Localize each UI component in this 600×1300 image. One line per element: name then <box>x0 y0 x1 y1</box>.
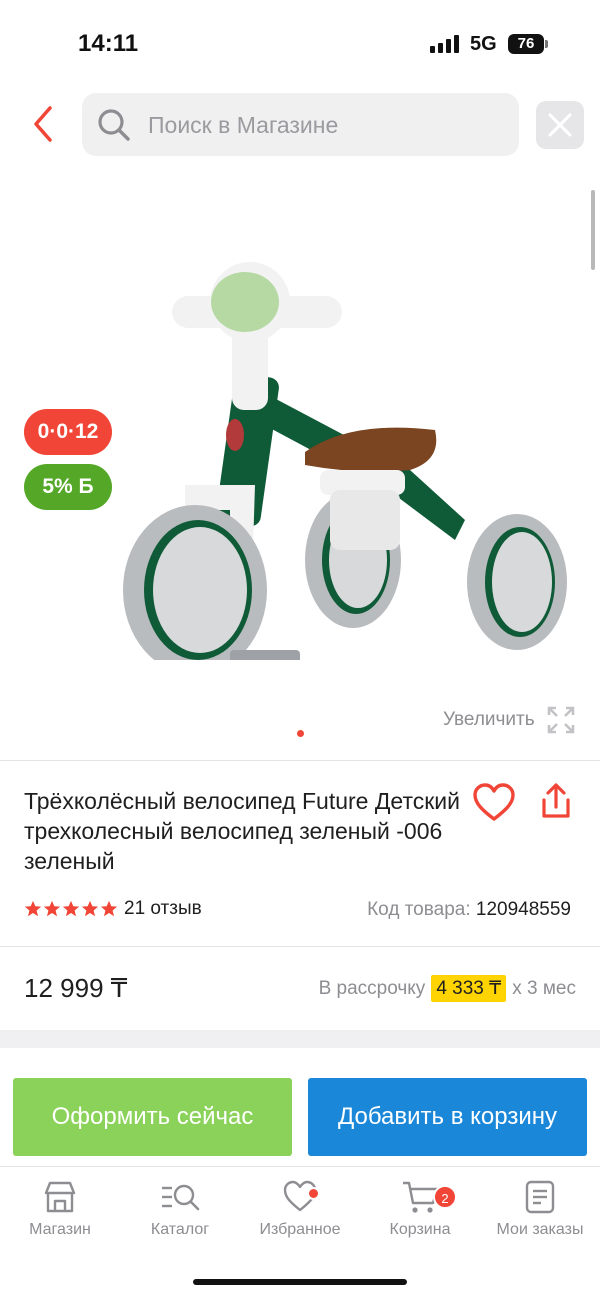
tab-catalog[interactable]: Каталог <box>120 1179 240 1249</box>
product-title: Трёхколёсный велосипед Future Детский тр… <box>24 788 460 874</box>
zoom-label[interactable]: Увеличить <box>443 709 535 731</box>
sku-label: Код товара: <box>367 899 471 920</box>
battery-icon: 76 <box>508 34 544 54</box>
catalog-search-icon <box>162 1184 200 1211</box>
star-icon <box>24 900 42 917</box>
close-button[interactable] <box>536 101 584 149</box>
star-icon <box>81 900 99 917</box>
tab-label: Избранное <box>259 1221 341 1238</box>
tab-label: Корзина <box>389 1221 451 1238</box>
star-icon <box>100 900 118 917</box>
close-icon <box>548 113 572 137</box>
installment-suffix: х 3 мес <box>512 977 576 999</box>
buy-now-button[interactable]: Оформить сейчас <box>13 1078 292 1156</box>
back-button[interactable] <box>26 104 62 144</box>
sku: Код товара: 120948559 <box>367 899 571 921</box>
battery-tip <box>545 40 548 48</box>
tab-shop[interactable]: Магазин <box>0 1179 120 1249</box>
pager-dot-active[interactable] <box>297 730 304 737</box>
price: 12 999 ₸ <box>24 973 128 1003</box>
rating[interactable]: 21 отзыв <box>24 897 202 921</box>
expand-icon[interactable] <box>546 705 576 735</box>
bonus-badge: 5% Б <box>24 464 112 510</box>
search-placeholder: Поиск в Магазине <box>148 112 339 138</box>
divider <box>0 760 600 761</box>
divider <box>0 946 600 947</box>
network-label: 5G <box>470 33 497 55</box>
installment-info[interactable]: В рассрочку 4 333 ₸ х 3 мес <box>319 975 576 1002</box>
star-icon <box>62 900 80 917</box>
tab-cart[interactable]: 2 Корзина <box>360 1179 480 1249</box>
tab-label: Магазин <box>29 1221 91 1238</box>
search-icon <box>98 109 130 141</box>
favorites-dot <box>307 1187 320 1200</box>
status-bar: 14:11 5G 76 <box>0 0 600 88</box>
installment-prefix: В рассрочку <box>318 977 426 999</box>
favorite-heart-icon[interactable] <box>472 783 516 823</box>
cart-count-badge: 2 <box>433 1185 457 1209</box>
installment-amount: 4 333 ₸ <box>431 975 507 1002</box>
sku-value: 120948559 <box>475 899 571 920</box>
tab-label: Каталог <box>150 1221 210 1238</box>
add-to-cart-button[interactable]: Добавить в корзину <box>308 1078 587 1156</box>
star-icon <box>43 900 61 917</box>
orders-icon <box>525 1180 555 1214</box>
signal-icon <box>430 35 462 53</box>
product-image <box>123 262 567 660</box>
status-time: 14:11 <box>78 30 139 57</box>
share-icon[interactable] <box>536 782 576 822</box>
tab-favorites[interactable]: Избранное <box>240 1179 360 1249</box>
age-badge: 0·0·12 <box>24 409 112 455</box>
chevron-left-icon <box>34 106 52 142</box>
home-indicator <box>193 1279 407 1285</box>
rating-stars <box>24 900 118 918</box>
tab-label: Мои заказы <box>496 1221 584 1238</box>
shop-icon <box>44 1181 76 1213</box>
section-separator <box>0 1030 600 1048</box>
search-input[interactable]: Поиск в Магазине <box>82 93 519 156</box>
tab-orders[interactable]: Мои заказы <box>480 1179 600 1249</box>
review-count[interactable]: 21 отзыв <box>124 898 202 920</box>
